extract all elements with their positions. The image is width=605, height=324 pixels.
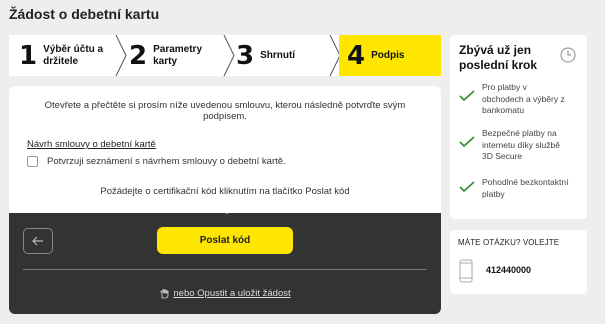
hand-icon [160,289,169,299]
consent-checkbox-label[interactable]: Potvrzuji seznámení s návrhem smlouvy o … [47,156,286,167]
last-step-panel: Zbývá už jen poslední krok Pro platby v … [450,35,587,219]
benefit-line: bankomatu [482,105,525,115]
page-title: Žádost o debetní kartu [9,6,160,22]
check-icon [459,181,475,193]
chevron-separator-icon [115,35,127,76]
action-panel: Poslat kód nebo Opustit a uložit žádost [9,207,441,314]
leave-and-save-label[interactable]: nebo Opustit a uložit žádost [173,288,290,299]
back-button[interactable] [23,228,53,254]
benefit-line: internetu díky službě [482,139,560,150]
progress-stepper: 1 Výběr účtu a držitele 2 Parametry kart… [9,35,441,76]
benefit-line: Pro platby v [482,82,527,92]
consent-checkbox[interactable] [27,156,38,167]
step-1-label-line2: držitele [43,55,79,67]
contact-panel: MÁTE OTÁZKU? VOLEJTE 412440000 [450,230,587,294]
step-3-label: Shrnutí [260,49,296,61]
benefit-line: 3D Secure [482,151,523,161]
leave-and-save-link[interactable]: nebo Opustit a uložit žádost [9,288,441,299]
certification-instruction: Požádejte o certifikační kód kliknutím n… [100,186,350,197]
step-4-label: Podpis [371,49,405,61]
signature-card: Otevřete a přečtěte si prosím níže uvede… [9,86,441,314]
benefit-item: Pohodlné bezkontaktní platby [459,177,577,200]
benefit-item: Bezpečné platby na internetu díky službě… [459,128,577,163]
benefit-line: platby [482,188,505,199]
benefit-item: Pro platby v obchodech a výběry z bankom… [459,82,577,117]
check-icon [459,90,475,102]
chevron-separator-icon [223,35,235,76]
benefit-line: Pohodlné bezkontaktní [482,177,569,187]
pointer-triangle [220,207,234,214]
send-code-button[interactable]: Poslat kód [157,227,293,254]
benefit-text: Bezpečné platby na internetu díky službě… [482,128,577,163]
check-icon [459,136,475,148]
intro-text: Otevřete a přečtěte si prosím níže uvede… [44,100,406,122]
arrow-left-icon [32,236,43,246]
divider [23,269,427,270]
step-2-label-line2: karty [153,55,177,67]
step-1: 1 Výběr účtu a držitele [19,35,119,76]
contract-draft-link[interactable]: Návrh smlouvy o debetní kartě [27,139,156,150]
step-3: 3 Shrnutí [236,35,336,76]
phone-number[interactable]: 412440000 [486,265,531,275]
benefit-text: Pohodlné bezkontaktní platby [482,177,577,200]
last-step-title: Zbývá už jen poslední krok [459,43,538,72]
phone-icon [459,259,473,283]
consent-checkbox-row[interactable]: Potvrzuji seznámení s návrhem smlouvy o … [27,156,286,167]
step-4-number: 4 [347,40,366,71]
clock-icon [560,47,576,63]
step-1-number: 1 [19,40,38,71]
benefit-text: Pro platby v obchodech a výběry z bankom… [482,82,577,117]
step-2-label: Parametry karty [153,44,202,68]
contact-title: MÁTE OTÁZKU? VOLEJTE [458,238,560,247]
benefit-line: obchodech a výběry z [482,93,565,104]
step-2-label-line1: Parametry [153,43,203,55]
step-3-number: 3 [236,40,255,71]
step-1-label-line1: Výběr účtu a [43,43,104,55]
step-2-number: 2 [129,40,148,71]
step-2: 2 Parametry karty [129,35,229,76]
benefit-line: Bezpečné platby na [482,128,557,138]
card-content: Otevřete a přečtěte si prosím níže uvede… [9,86,441,213]
step-1-label: Výběr účtu a držitele [43,44,103,68]
step-4-active: 4 Podpis [339,35,441,76]
